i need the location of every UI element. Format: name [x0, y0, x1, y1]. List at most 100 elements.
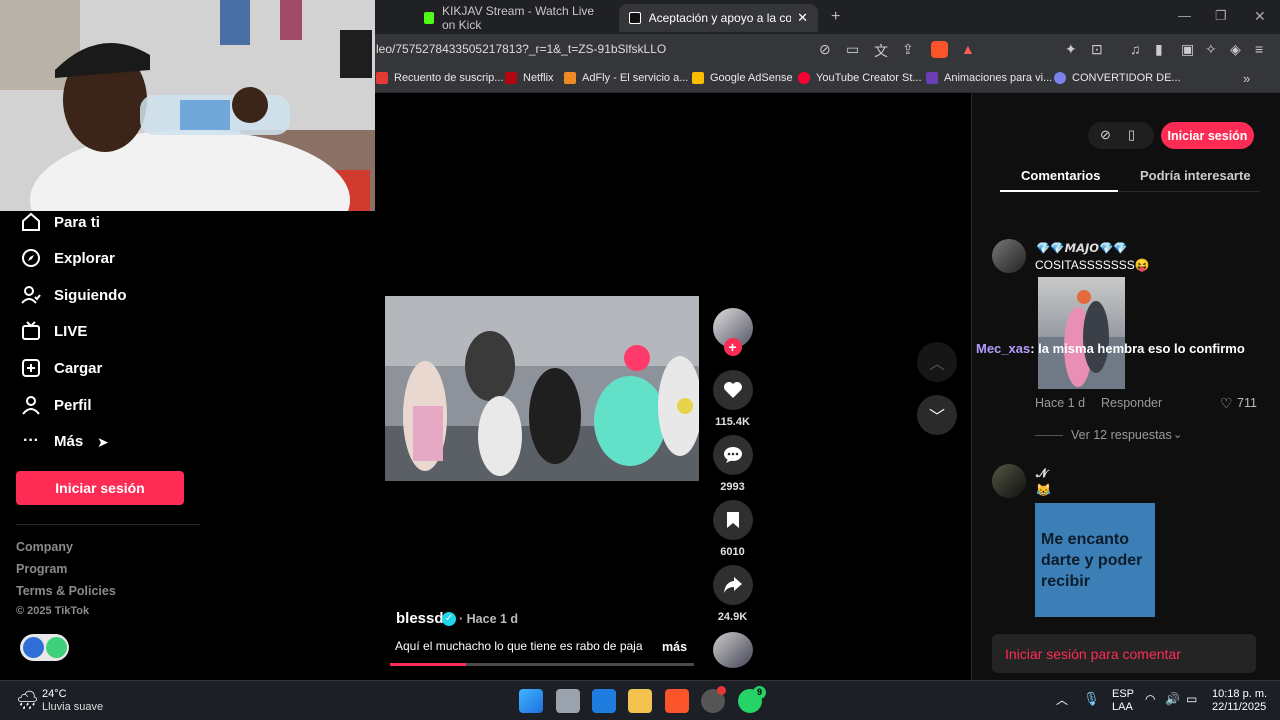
close-tab-icon[interactable]: ✕ — [797, 10, 808, 26]
microphone-icon[interactable]: 🎙 — [1083, 691, 1100, 707]
bookmark-item[interactable]: YouTube Creator St... — [798, 72, 922, 84]
previous-video-button[interactable]: ︿ — [917, 342, 957, 382]
screenshot-icon[interactable]: ⊡ — [1091, 41, 1103, 58]
tab-kick[interactable]: KIKJAV Stream - Watch Live on Kick — [414, 4, 614, 32]
chevron-up-icon: ︿ — [928, 356, 945, 373]
clock-date[interactable]: 22/11/2025 — [1212, 701, 1266, 713]
bookmark-item[interactable]: CONVERTIDOR DE... — [1054, 72, 1181, 84]
video-author[interactable]: blessd — [396, 610, 444, 627]
bookmarks-overflow-icon[interactable]: » — [1243, 71, 1250, 86]
heart-icon — [712, 370, 753, 410]
upload-icon — [20, 357, 42, 379]
caption-more-link[interactable]: más — [662, 640, 687, 654]
comment-button[interactable]: 2993 — [712, 435, 753, 493]
battery-icon[interactable]: ▭ — [1186, 692, 1197, 706]
sidebar-item-live[interactable]: LIVE — [20, 320, 87, 342]
extension-widget[interactable] — [20, 634, 69, 661]
video-progress-track[interactable] — [390, 663, 694, 666]
comment-login-bar[interactable]: Iniciar sesión para comentar — [992, 634, 1256, 673]
store-icon[interactable] — [592, 689, 616, 713]
next-video-button[interactable]: ﹀ — [917, 395, 957, 435]
language-layout[interactable]: LAA — [1112, 701, 1133, 713]
phone-icon[interactable]: ▯ — [1128, 127, 1135, 143]
sidebar-item-mas[interactable]: ··· Más — [20, 430, 83, 452]
sidebar-item-explorar[interactable]: Explorar — [20, 247, 115, 269]
footer-link-program[interactable]: Program — [16, 562, 67, 576]
card-text: Me encanto darte y poder recibir — [1041, 531, 1143, 590]
url-text[interactable]: leo/7575278433505217813?_r=1&_t=ZS-91bSl… — [376, 42, 666, 56]
share-icon[interactable]: ⇪ — [902, 41, 914, 58]
wallet-icon[interactable]: ▣ — [1181, 41, 1194, 58]
comment-like-icon[interactable]: ♡ — [1220, 395, 1233, 412]
task-view-icon[interactable] — [556, 689, 580, 713]
save-button[interactable]: 6010 — [712, 500, 753, 558]
follow-plus-icon[interactable]: + — [723, 338, 742, 356]
clock-time[interactable]: 10:18 p. m. — [1212, 688, 1267, 700]
language-code[interactable]: ESP — [1112, 688, 1134, 700]
sidebar-toggle-icon[interactable]: ▮ — [1155, 41, 1163, 58]
cast-icon[interactable]: ▭ — [846, 41, 859, 58]
no-track-icon[interactable]: ⊘ — [819, 41, 831, 58]
wifi-icon[interactable]: ◠ — [1145, 692, 1155, 706]
close-window-icon[interactable]: ✕ — [1254, 8, 1266, 25]
like-button[interactable]: 115.4K — [712, 370, 753, 428]
comment-photo[interactable] — [1038, 277, 1125, 389]
comment-username[interactable]: 𝓝 — [1036, 466, 1048, 481]
comment-photo-image — [1038, 290, 1125, 389]
media-icon[interactable]: ♫ — [1130, 41, 1141, 57]
chevron-down-icon: ﹀ — [928, 409, 945, 426]
music-disc-avatar[interactable] — [713, 632, 753, 668]
author-avatar-button[interactable]: + — [712, 308, 753, 356]
footer-link-company[interactable]: Company — [16, 540, 73, 554]
comment-avatar[interactable] — [992, 239, 1026, 273]
bookmark-item[interactable]: Google AdSense — [692, 72, 793, 84]
start-icon[interactable] — [519, 689, 543, 713]
comment-username[interactable]: 💎💎𝙈𝘼𝙅𝙊💎💎 — [1036, 241, 1128, 255]
compass-small-icon[interactable]: ⊘ — [1100, 127, 1111, 143]
bookmark-item[interactable]: Animaciones para vi... — [926, 72, 1052, 84]
brave-shield-icon[interactable] — [931, 41, 948, 58]
minimize-icon[interactable]: — — [1178, 8, 1191, 23]
weather-icon[interactable]: 🌧 — [16, 690, 39, 711]
video-player[interactable] — [385, 296, 699, 481]
menu-icon[interactable]: ≡ — [1255, 41, 1263, 57]
more-icon: ··· — [23, 432, 39, 449]
volume-icon[interactable]: 🔊 — [1165, 692, 1180, 706]
view-replies-link[interactable]: Ver 12 respuestas — [1071, 428, 1172, 442]
maximize-icon[interactable]: ❐ — [1215, 8, 1227, 24]
weather-desc[interactable]: Lluvia suave — [42, 701, 103, 713]
sidebar-item-siguiendo[interactable]: Siguiendo — [20, 284, 127, 306]
tiktok-icon — [629, 12, 641, 24]
bookmark-item[interactable]: AdFly - El servicio a... — [564, 72, 688, 84]
brave-rewards-icon[interactable]: ▲ — [961, 41, 975, 57]
sidebar-item-perfil[interactable]: Perfil — [20, 394, 92, 416]
vpn-icon[interactable]: ◈ — [1230, 41, 1241, 58]
video-frame-image — [385, 296, 699, 481]
home-icon — [20, 211, 42, 233]
kick-icon — [424, 12, 434, 24]
translate-icon[interactable]: 文 — [874, 41, 888, 61]
tab-podria-interesarte[interactable]: Podría interesarte — [1140, 168, 1251, 183]
comment-time: Hace 1 d — [1035, 396, 1086, 410]
login-button-sidebar[interactable]: Iniciar sesión — [16, 471, 184, 505]
leo-icon[interactable]: ✧ — [1205, 41, 1217, 58]
bookmark-item[interactable]: Netflix — [505, 72, 554, 84]
brave-icon[interactable] — [665, 689, 689, 713]
comment-avatar[interactable] — [992, 464, 1026, 498]
tray-chevron-icon[interactable]: ︿ — [1056, 691, 1068, 708]
file-explorer-icon[interactable] — [628, 689, 652, 713]
tab-tiktok[interactable]: Aceptación y apoyo a la comuni ✕ — [619, 4, 818, 32]
bookmark-item[interactable]: Recuento de suscrip... — [376, 72, 503, 84]
login-button-header[interactable]: Iniciar sesión — [1161, 122, 1254, 149]
weather-temp[interactable]: 24°C — [42, 688, 67, 700]
tab-comentarios[interactable]: Comentarios — [1021, 168, 1100, 183]
comment-image-card[interactable]: Me encanto darte y poder recibir — [1035, 503, 1155, 617]
new-tab-icon[interactable]: + — [831, 8, 840, 26]
sidebar-item-para-ti[interactable]: Para ti — [20, 211, 100, 233]
extensions-icon[interactable]: ✦ — [1065, 41, 1077, 58]
reply-link[interactable]: Responder — [1101, 396, 1162, 410]
footer-link-terms[interactable]: Terms & Policies — [16, 584, 116, 598]
sidebar-item-cargar[interactable]: Cargar — [20, 357, 102, 379]
comment-count: 2993 — [720, 481, 745, 493]
share-button[interactable]: 24.9K — [712, 565, 753, 623]
